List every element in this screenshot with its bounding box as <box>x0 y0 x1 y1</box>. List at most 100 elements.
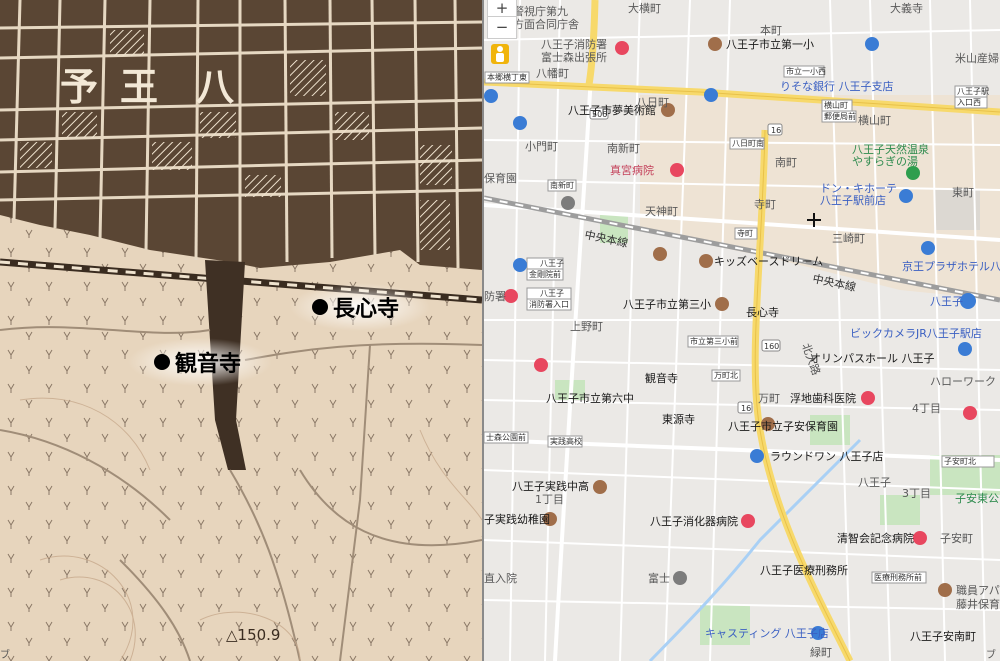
shopping-icon-3[interactable] <box>513 258 527 272</box>
label-yontome: 4丁目 <box>912 402 941 415</box>
choushinji-marker-dot[interactable] <box>312 299 328 315</box>
onsen-icon[interactable] <box>906 166 920 180</box>
label-sanchome: 3丁目 <box>902 487 931 500</box>
label-ohyokomachi: 大横町 <box>628 1 661 15</box>
chip-iryo-mae: 医療刑務所前 <box>874 572 922 582</box>
label-yawatacho: 八幡町 <box>536 66 569 80</box>
bank-icon[interactable] <box>704 88 718 102</box>
chip-ekimae2: 入口西 <box>957 98 981 107</box>
landmark-icon[interactable] <box>673 571 687 585</box>
label-shokuin2: 藤井保育 <box>956 597 1000 611</box>
parking-icon[interactable] <box>561 196 575 210</box>
label-dairoku: 八王子市立第六中 <box>546 391 634 405</box>
label-teramachi: 寺町 <box>754 198 776 211</box>
kids-icon[interactable] <box>699 254 713 268</box>
fire-station-icon[interactable] <box>615 41 629 55</box>
hospital-icon-2[interactable] <box>741 514 755 528</box>
old-sepia-map: 予 王 八 長心寺 観音寺 △150.9 ブ <box>0 0 482 661</box>
chip-koban3: 八王子 <box>540 289 564 298</box>
chip-jissen-koko: 実践高校 <box>550 436 582 446</box>
modern-map-edge-text: ブ <box>986 650 996 661</box>
label-donki2: 八王子駅前店 <box>820 193 886 207</box>
label-daiichi-school: 八王子市立第一小 <box>726 37 814 51</box>
temple-icon[interactable] <box>708 37 722 51</box>
modern-road-map[interactable]: 506 16 160 16 本郷横丁東 八日町南 市立一小西 横山町 郵便局前 … <box>484 0 1000 661</box>
crosshair-icon <box>807 213 821 227</box>
hotel-icon[interactable] <box>653 247 667 261</box>
label-kannonji: 観音寺 <box>645 371 678 385</box>
label-itchome: 1丁目 <box>535 493 564 506</box>
label-kids: キッズベースドリーム <box>714 254 823 268</box>
label-onsen2: やすらぎの湯 <box>852 154 918 168</box>
old-map-char-2: 王 <box>120 65 158 109</box>
donki-icon[interactable] <box>899 189 913 203</box>
modern-map-canvas[interactable]: 506 16 160 16 本郷横丁東 八日町南 市立一小西 横山町 郵便局前 … <box>484 0 1000 661</box>
old-map-edge-text: ブ <box>0 650 10 661</box>
label-shokuin1: 職員アパ <box>956 584 1000 597</box>
label-ukichi: 浮地歯科医院 <box>790 391 856 405</box>
label-seishukai: 清智会記念病院 <box>837 531 914 545</box>
label-minamishincho: 南新町 <box>607 141 640 155</box>
zoom-out-button[interactable]: − <box>487 16 517 39</box>
chip-koban1: 八王子 <box>540 259 564 268</box>
chip-shogun: 郵便局前 <box>824 111 856 121</box>
chip-koban2: 金剛院前 <box>529 269 561 279</box>
old-map-char-1: 予 <box>60 65 98 109</box>
label-fuji: 富士 <box>648 571 670 585</box>
chip-koban4: 消防署入口 <box>529 299 569 309</box>
chip-yokoyama: 横山町 <box>824 100 848 110</box>
label-manmachi: 万町 <box>758 392 780 405</box>
chip-koen: 士森公園前 <box>486 432 526 442</box>
label-keishicho: 警視庁第九 <box>513 4 568 18</box>
label-choushinji: 長心寺 <box>746 306 779 319</box>
label-hachiouji-station: 八王子 <box>930 295 963 308</box>
label-koyasu2: 八王子安南町 <box>910 629 976 643</box>
chip-sanchiseki: 市立一小西 <box>786 66 826 76</box>
school-icon[interactable] <box>865 37 879 51</box>
hospital-icon[interactable] <box>670 163 684 177</box>
convenience-store-icon[interactable] <box>534 358 548 372</box>
label-togenji: 東源寺 <box>662 412 695 426</box>
nursery-icon-2[interactable] <box>938 583 952 597</box>
label-koyasu1: 子安町 <box>940 531 973 545</box>
label-resona: りそな銀行 八王子支店 <box>780 79 894 93</box>
shopping-icon-2[interactable] <box>513 116 527 130</box>
street-view-pegman-icon[interactable] <box>491 44 509 64</box>
hospital-icon-3[interactable] <box>913 531 927 545</box>
elevation-label: △150.9 <box>226 626 280 644</box>
clinic-icon[interactable] <box>963 406 977 420</box>
police-icon[interactable] <box>504 289 518 303</box>
round1-icon[interactable] <box>750 449 764 463</box>
label-honmachi: 本町 <box>760 23 782 37</box>
label-bic: ビックカメラJR八王子駅店 <box>850 326 982 340</box>
school-icon-3[interactable] <box>593 480 607 494</box>
kannonji-marker-dot[interactable] <box>154 354 170 370</box>
label-hoomen: 方面合同庁舎 <box>513 17 579 31</box>
label-yakushiji: 大義寺 <box>890 1 923 15</box>
shopping-icon[interactable] <box>484 89 498 103</box>
route-16-shield-2: 16 <box>741 404 751 413</box>
old-map-canvas: 予 王 八 長心寺 観音寺 △150.9 <box>0 0 482 661</box>
chip-minamishincho: 南新町 <box>550 180 574 190</box>
dental-icon[interactable] <box>861 391 875 405</box>
label-police: 防署 <box>484 289 506 303</box>
label-tenjin: 天神町 <box>645 204 678 218</box>
label-hachiman-koyasu: 八王子 <box>858 476 891 489</box>
chip-honmachi-yoko: 本郷横丁東 <box>487 72 527 82</box>
school-icon-2[interactable] <box>715 297 729 311</box>
label-yokamachi: 八日町 <box>636 96 669 109</box>
shop-icon-keio[interactable] <box>921 241 935 255</box>
label-shoubousho: 八王子消防署 <box>541 37 607 51</box>
label-naoiri: 直入院 <box>484 571 517 585</box>
label-hoikuen: 保育園 <box>484 171 517 185</box>
chip-sanshou: 市立第三小前 <box>690 336 738 346</box>
bic-camera-icon[interactable] <box>958 342 972 356</box>
label-jissen-k: 子実践幼稚園 <box>484 512 550 526</box>
choushinji-marker-label: 長心寺 <box>333 297 399 322</box>
label-koyasu-hoiku: 八王子市立子安保育園 <box>728 419 838 433</box>
label-daisan: 八王子市立第三小 <box>623 297 711 311</box>
label-jingu: 真宮病院 <box>610 163 654 177</box>
label-higashicho: 東町 <box>952 186 974 199</box>
label-casting: キャスティング 八王子店 <box>705 626 829 640</box>
label-yoneyama: 米山産婦 <box>955 51 999 65</box>
